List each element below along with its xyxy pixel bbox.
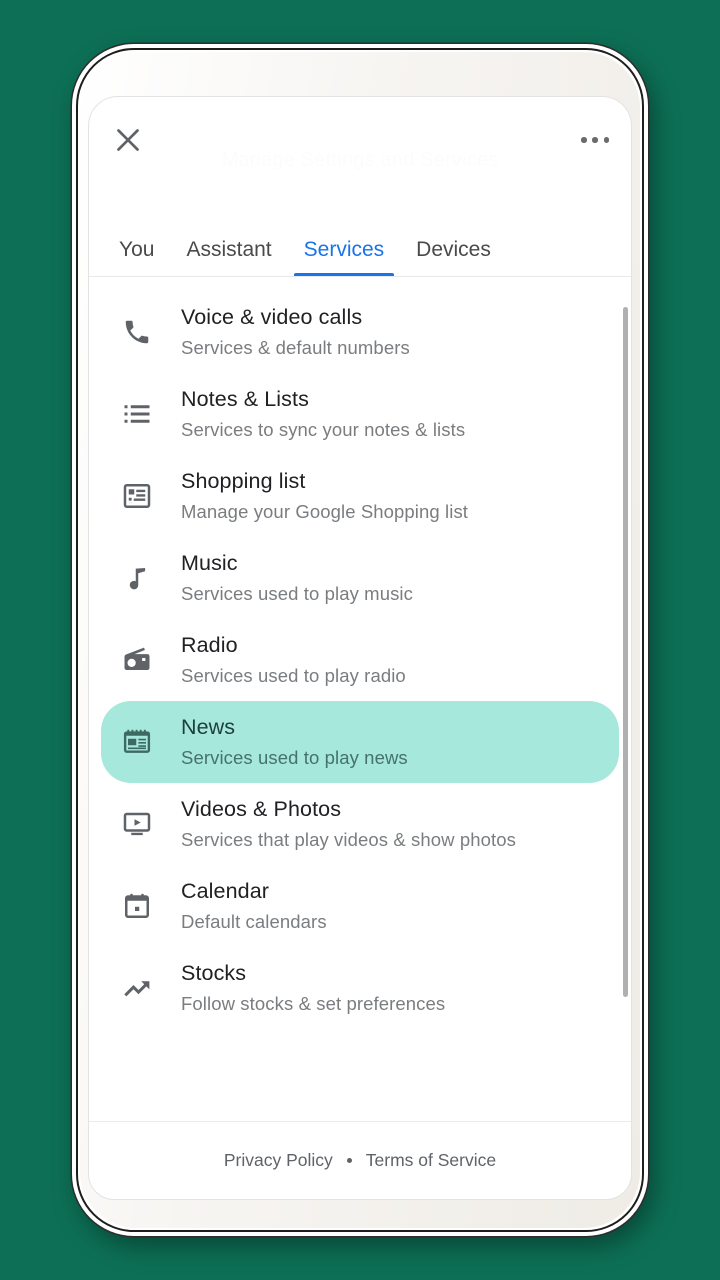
dot-2 xyxy=(592,137,598,143)
list-item-subtitle: Follow stocks & set preferences xyxy=(181,993,446,1015)
dot-1 xyxy=(581,137,587,143)
list-item-subtitle: Services & default numbers xyxy=(181,337,410,359)
list-item[interactable]: Shopping list Manage your Google Shoppin… xyxy=(101,455,619,537)
service-list: Voice & video calls Services & default n… xyxy=(89,277,631,1035)
list-item-title: News xyxy=(181,715,236,740)
app-screen: Manage Settings and Services You Assista… xyxy=(88,96,632,1200)
list-item-subtitle: Default calendars xyxy=(181,911,327,933)
list-item-title: Radio xyxy=(181,633,238,658)
list-item-text: Calendar Default calendars xyxy=(181,877,327,935)
footer: Privacy Policy Terms of Service xyxy=(89,1121,631,1199)
shopping-list-icon xyxy=(115,474,159,518)
list-item-text: News Services used to play news xyxy=(181,713,408,771)
scrollbar-thumb[interactable] xyxy=(623,307,628,997)
header-watermark-text: Manage Settings and Services xyxy=(221,149,499,171)
tab-you[interactable]: You xyxy=(103,238,170,276)
list-item-text: Stocks Follow stocks & set preferences xyxy=(181,959,445,1017)
list-item-text: Notes & Lists Services to sync your note… xyxy=(181,385,465,443)
list-item-news[interactable]: News Services used to play news xyxy=(101,701,619,783)
list-item-title: Notes & Lists xyxy=(181,387,309,412)
tab-services[interactable]: Services xyxy=(288,238,401,276)
list-item-title: Music xyxy=(181,551,238,576)
radio-icon xyxy=(115,638,159,682)
list-item-text: Shopping list Manage your Google Shoppin… xyxy=(181,467,468,525)
list-item[interactable]: Radio Services used to play radio xyxy=(101,619,619,701)
tab-devices[interactable]: Devices xyxy=(400,238,507,276)
dot-3 xyxy=(603,137,609,143)
list-item-subtitle: Services used to play music xyxy=(181,583,413,605)
list-item-subtitle: Services that play videos & show photos xyxy=(181,829,517,851)
footer-separator-dot xyxy=(346,1158,352,1163)
calendar-icon xyxy=(115,884,159,928)
news-icon xyxy=(115,720,159,764)
trending-up-icon xyxy=(115,966,159,1010)
list-item-title: Shopping list xyxy=(181,469,306,494)
music-note-icon xyxy=(115,556,159,600)
video-icon xyxy=(115,802,159,846)
list-item-subtitle: Services to sync your notes & lists xyxy=(181,419,466,441)
list-item[interactable]: Calendar Default calendars xyxy=(101,865,619,947)
tab-assistant[interactable]: Assistant xyxy=(170,238,287,276)
scrollbar-track[interactable] xyxy=(622,277,630,1121)
list-item[interactable]: Voice & video calls Services & default n… xyxy=(101,291,619,373)
tab-bar: You Assistant Services Devices xyxy=(89,221,631,277)
phone-icon xyxy=(115,310,159,354)
list-item-subtitle: Services used to play news xyxy=(181,747,408,769)
list-item-title: Voice & video calls xyxy=(181,305,363,330)
list-item-text: Music Services used to play music xyxy=(181,549,413,607)
service-list-scroll-area: Voice & video calls Services & default n… xyxy=(89,277,631,1121)
terms-of-service-link[interactable]: Terms of Service xyxy=(366,1150,496,1171)
list-item-title: Videos & Photos xyxy=(181,797,342,822)
list-item[interactable]: Notes & Lists Services to sync your note… xyxy=(101,373,619,455)
list-item-subtitle: Manage your Google Shopping list xyxy=(181,501,469,523)
header-bar: Manage Settings and Services xyxy=(89,97,631,221)
privacy-policy-link[interactable]: Privacy Policy xyxy=(224,1150,333,1171)
list-item-title: Calendar xyxy=(181,879,270,904)
list-item-text: Voice & video calls Services & default n… xyxy=(181,303,410,361)
list-item-text: Videos & Photos Services that play video… xyxy=(181,795,516,853)
list-item[interactable]: Music Services used to play music xyxy=(101,537,619,619)
list-item[interactable]: Videos & Photos Services that play video… xyxy=(101,783,619,865)
list-icon xyxy=(115,392,159,436)
list-item-title: Stocks xyxy=(181,961,247,986)
list-item[interactable]: Stocks Follow stocks & set preferences xyxy=(101,947,619,1029)
list-item-subtitle: Services used to play radio xyxy=(181,665,406,687)
list-item-text: Radio Services used to play radio xyxy=(181,631,406,689)
